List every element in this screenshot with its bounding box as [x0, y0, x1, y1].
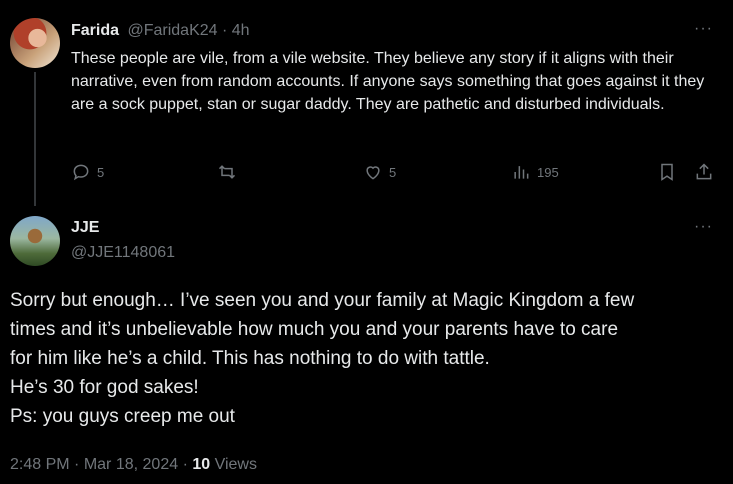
avatar-jje[interactable] [10, 216, 60, 266]
reply-icon [73, 164, 89, 181]
views-count: 195 [537, 164, 559, 180]
share-button[interactable] [694, 162, 714, 182]
like-icon [366, 166, 380, 180]
tweet-text: Sorry but enough… I’ve seen you and your… [10, 286, 725, 431]
tweet-text: These people are vile, from a vile websi… [71, 50, 705, 113]
view-count: 10 [192, 456, 211, 473]
separator-dot: · [221, 22, 228, 39]
timestamp[interactable]: 4h [232, 22, 250, 39]
tweet-line: for him like he’s a child. This has noth… [10, 348, 490, 369]
separator-dot: · [182, 456, 188, 473]
avatar-farida[interactable] [10, 18, 60, 68]
post-time[interactable]: 2:48 PM [10, 456, 70, 473]
views-button[interactable]: 195 [511, 162, 559, 182]
tweet-line: Ps: you guys creep me out [10, 406, 235, 427]
separator-dot: · [74, 456, 80, 473]
tweet-metadata: 2:48 PM · Mar 18, 2024 · 10 Views [10, 456, 257, 474]
tweet-header: Farida @FaridaK24 · 4h [71, 22, 250, 40]
reply-count: 5 [97, 164, 105, 180]
retweet-icon [218, 165, 236, 179]
tweet-line: He’s 30 for god sakes! [10, 377, 199, 398]
post-date[interactable]: Mar 18, 2024 [84, 456, 178, 473]
tweet-actions-bar: 5 5 195 [71, 162, 721, 188]
views-icon [514, 166, 529, 179]
share-icon [696, 163, 712, 180]
display-name[interactable]: JJE [71, 219, 99, 237]
thread-connector-line [34, 72, 36, 206]
tweet-line: Sorry but enough… I’ve seen you and your… [10, 290, 635, 311]
reply-button[interactable]: 5 [71, 162, 104, 182]
user-handle[interactable]: @JJE1148061 [71, 244, 175, 262]
more-options-icon[interactable]: ··· [694, 218, 713, 236]
like-count: 5 [389, 164, 397, 180]
tweet-line: times and it’s unbelievable how much you… [10, 319, 619, 340]
like-button[interactable]: 5 [363, 162, 396, 182]
retweet-button[interactable] [217, 162, 237, 182]
display-name[interactable]: Farida [71, 22, 119, 39]
user-handle[interactable]: @FaridaK24 [127, 22, 217, 39]
bookmark-button[interactable] [657, 162, 677, 182]
more-options-icon[interactable]: ··· [694, 20, 713, 38]
bookmark-icon [661, 163, 673, 181]
views-label: Views [214, 456, 257, 473]
